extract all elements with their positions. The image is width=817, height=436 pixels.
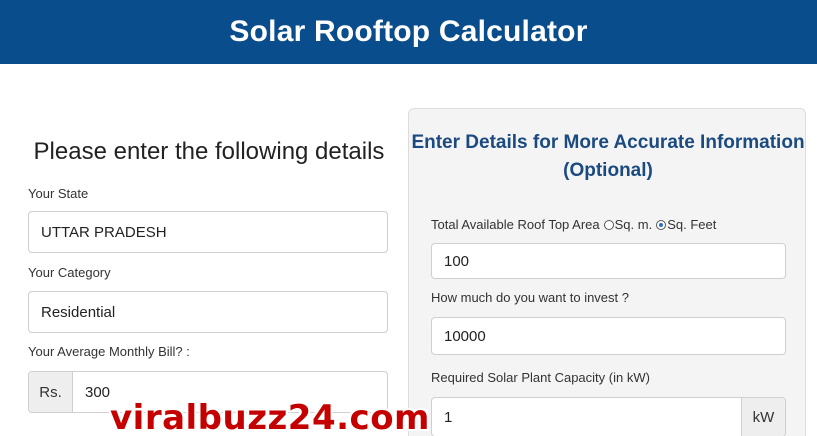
- monthly-bill-value: 300: [85, 383, 111, 401]
- panel-title: Enter Details for More Accurate Informat…: [409, 129, 807, 185]
- invest-label: How much do you want to invest ?: [431, 290, 629, 305]
- page-title: Solar Rooftop Calculator: [229, 15, 588, 48]
- capacity-unit-suffix: kW: [741, 398, 785, 436]
- page-header: Solar Rooftop Calculator: [0, 0, 817, 64]
- radio-selected-icon: [656, 219, 667, 230]
- panel-title-line1: Enter Details for More Accurate Informat…: [411, 132, 805, 153]
- basic-details-form: Please enter the following details Your …: [28, 128, 390, 413]
- roof-area-value: 100: [444, 252, 470, 270]
- currency-prefix: Rs.: [29, 372, 73, 412]
- category-select[interactable]: Residential: [28, 291, 388, 333]
- roof-area-label: Total Available Roof Top Area: [431, 217, 600, 232]
- unit-radio-sqm[interactable]: Sq. m.: [603, 217, 653, 232]
- roof-area-input[interactable]: 100: [431, 243, 786, 279]
- form-title: Please enter the following details: [33, 138, 385, 165]
- state-label: Your State: [28, 186, 89, 201]
- state-value: UTTAR PRADESH: [41, 223, 167, 241]
- capacity-label: Required Solar Plant Capacity (in kW): [431, 370, 650, 385]
- category-value: Residential: [41, 303, 116, 321]
- unit-sqm-label: Sq. m.: [614, 217, 653, 232]
- state-select[interactable]: UTTAR PRADESH: [28, 211, 388, 253]
- capacity-value: 1: [444, 408, 453, 426]
- radio-unselected-icon: [603, 219, 614, 230]
- category-label: Your Category: [28, 265, 111, 280]
- capacity-input[interactable]: 1 kW: [431, 397, 786, 436]
- unit-radio-sqft[interactable]: Sq. Feet: [656, 217, 716, 232]
- panel-title-line2: (Optional): [563, 160, 653, 181]
- invest-value: 10000: [444, 327, 486, 345]
- monthly-bill-label: Your Average Monthly Bill? :: [28, 344, 190, 359]
- watermark-logo: viralbuzz24.com: [110, 398, 430, 436]
- optional-details-panel: Enter Details for More Accurate Informat…: [408, 108, 806, 436]
- invest-input[interactable]: 10000: [431, 317, 786, 355]
- roof-area-label-row: Total Available Roof Top Area Sq. m. Sq.…: [431, 217, 716, 232]
- unit-sqft-label: Sq. Feet: [667, 217, 717, 232]
